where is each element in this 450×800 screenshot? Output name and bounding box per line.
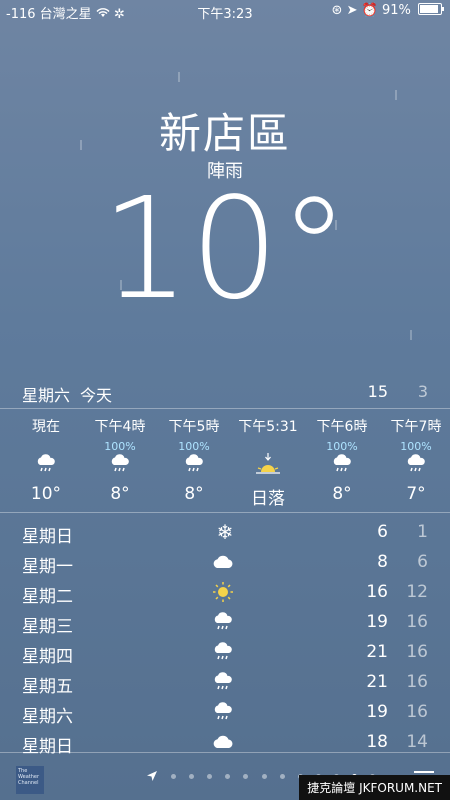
daily-low: 12 [406, 582, 428, 602]
hour-temp: 8° [332, 484, 352, 504]
page-dot [207, 774, 213, 779]
hour-temp: 7° [406, 484, 426, 504]
city-name: 新店區 [158, 109, 291, 158]
page-dot [171, 774, 177, 779]
location-arrow-icon [146, 767, 158, 786]
sun-icon [210, 580, 240, 604]
hour-temp: 日落 [251, 489, 285, 509]
daily-day: 星期二 [22, 587, 73, 607]
weather-channel-logo[interactable]: The Weather Channel [16, 766, 44, 794]
alarm-icon: ⏰ [361, 3, 378, 18]
daily-day: 星期五 [22, 677, 73, 697]
daily-low: 16 [406, 672, 428, 692]
hour-time: 下午5:31 [238, 419, 298, 435]
battery-percent: 91% [381, 3, 411, 18]
today-label: 今天 [80, 386, 113, 405]
hour-time: 現在 [32, 419, 60, 435]
daily-high: 6 [377, 522, 388, 542]
daily-high: 18 [366, 732, 388, 752]
daily-high: 8 [377, 552, 388, 572]
page-dot [261, 774, 267, 779]
daily-high: 21 [366, 642, 388, 662]
daily-low: 16 [406, 702, 428, 722]
forum-watermark: 捷克論壇 JKFORUM.NET [299, 775, 450, 800]
status-bar: -116 台灣之星 ✲ 下午3:23 ⊛ ➤ ⏰ 91% [0, 0, 450, 22]
hour-time: 下午6時 [316, 419, 368, 435]
daily-row: 星期二 16 12 [0, 578, 450, 608]
daily-low: 6 [417, 552, 428, 572]
location-services-icon: ➤ [346, 3, 358, 18]
daily-high: 16 [366, 582, 388, 602]
hour-time: 下午7時 [390, 419, 442, 435]
daily-row: 星期六 19 16 [0, 698, 450, 728]
page-dot [189, 774, 195, 779]
today-summary: 星期六 今天 15 3 [22, 382, 428, 406]
snowflake-icon: ❄ [216, 520, 234, 544]
daily-low: 14 [406, 732, 428, 752]
divider [0, 512, 450, 513]
daily-high: 21 [366, 672, 388, 692]
daily-low: 1 [417, 522, 428, 542]
rotation-lock-icon: ⊛ [331, 3, 343, 18]
daily-row: 星期一 8 6 [0, 548, 450, 578]
rain-cloud-icon [83, 452, 157, 476]
daily-high: 19 [366, 612, 388, 632]
daily-row: 星期日 ❄ 6 1 [0, 518, 450, 548]
rain-cloud-icon [210, 700, 240, 724]
daily-day: 星期日 [22, 527, 73, 547]
daily-day: 星期一 [22, 557, 73, 577]
cloud-icon [210, 550, 240, 574]
hour-time: 下午5時 [168, 419, 220, 435]
today-day: 星期六 [22, 386, 71, 405]
rain-cloud-icon [210, 610, 240, 634]
rain-streak [178, 72, 180, 82]
rain-cloud-icon [9, 452, 83, 476]
hour-temp: 8° [184, 484, 204, 504]
page-dot [225, 774, 231, 779]
today-high: 15 [367, 382, 388, 401]
battery-icon [418, 3, 444, 15]
cloud-icon [210, 730, 240, 754]
daily-day: 星期三 [22, 617, 73, 637]
page-dot [243, 774, 249, 779]
page-dot [279, 774, 285, 779]
hour-temp: 10° [30, 484, 62, 504]
daily-row: 星期三 19 16 [0, 608, 450, 638]
rain-cloud-icon [210, 670, 240, 694]
sunset-icon [231, 452, 305, 476]
hour-temp: 8° [110, 484, 130, 504]
rain-streak [395, 90, 397, 100]
daily-low: 16 [406, 612, 428, 632]
rain-cloud-icon [379, 452, 450, 476]
daily-high: 19 [366, 702, 388, 722]
daily-day: 星期四 [22, 647, 73, 667]
status-right: ⊛ ➤ ⏰ 91% [331, 3, 444, 18]
rain-streak [410, 330, 412, 340]
hour-time: 下午4時 [94, 419, 146, 435]
daily-day: 星期六 [22, 707, 73, 727]
rain-cloud-icon [210, 640, 240, 664]
daily-row: 星期五 21 16 [0, 668, 450, 698]
today-low: 3 [417, 382, 428, 401]
daily-row: 星期四 21 16 [0, 638, 450, 668]
rain-cloud-icon [157, 452, 231, 476]
current-temperature: 10° [100, 168, 350, 331]
rain-cloud-icon [305, 452, 379, 476]
daily-low: 16 [406, 642, 428, 662]
hourly-forecast[interactable]: 現在 10° 下午4時 100% 8° 下午5時 100% 8° 下午5:31 … [0, 410, 450, 510]
divider [0, 408, 450, 409]
